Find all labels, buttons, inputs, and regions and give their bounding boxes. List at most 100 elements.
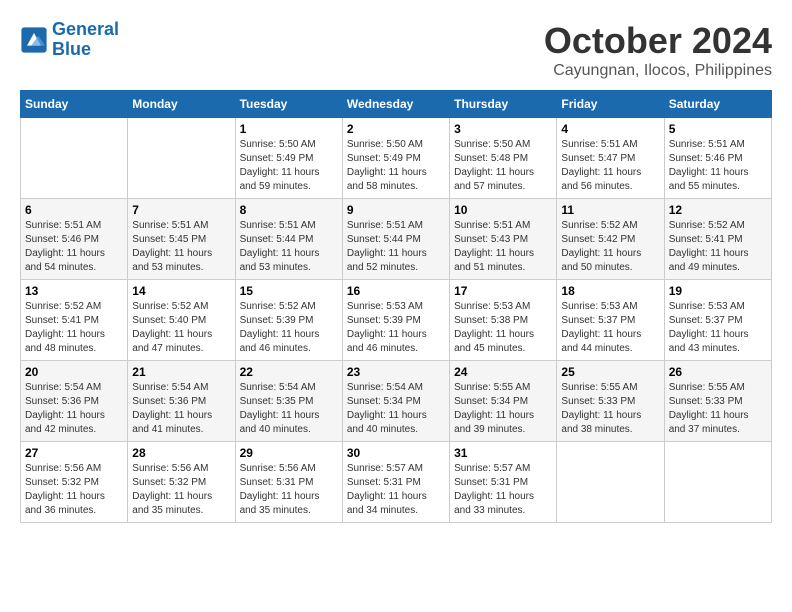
- day-number: 8: [240, 203, 338, 217]
- calendar-cell: 11 Sunrise: 5:52 AM Sunset: 5:42 PM Dayli…: [557, 199, 664, 280]
- day-number: 4: [561, 122, 659, 136]
- calendar-cell: 8Sunrise: 5:51 AM Sunset: 5:44 PM Daylig…: [235, 199, 342, 280]
- calendar-table: SundayMondayTuesdayWednesdayThursdayFrid…: [20, 90, 772, 523]
- calendar-week-row: 20 Sunrise: 5:54 AM Sunset: 5:36 PM Dayli…: [21, 361, 772, 442]
- day-number: 7: [132, 203, 230, 217]
- day-number: 19: [669, 284, 767, 298]
- location: Cayungnan, Ilocos, Philippines: [544, 62, 772, 80]
- day-info: Sunrise: 5:50 AM Sunset: 5:49 PM Dayligh…: [347, 138, 445, 194]
- day-info: Sunrise: 5:51 AM Sunset: 5:46 PM Dayligh…: [669, 138, 767, 194]
- logo-text: General Blue: [52, 20, 119, 60]
- day-number: 21: [132, 365, 230, 379]
- day-number: 2: [347, 122, 445, 136]
- day-info: Sunrise: 5:50 AM Sunset: 5:48 PM Dayligh…: [454, 138, 552, 194]
- logo-icon: [20, 26, 48, 54]
- day-number: 26: [669, 365, 767, 379]
- day-number: 6: [25, 203, 123, 217]
- calendar-cell: 13 Sunrise: 5:52 AM Sunset: 5:41 PM Dayli…: [21, 280, 128, 361]
- day-number: 22: [240, 365, 338, 379]
- day-number: 27: [25, 446, 123, 460]
- day-info: Sunrise: 5:53 AM Sunset: 5:39 PM Dayligh…: [347, 300, 445, 356]
- day-number: 18: [561, 284, 659, 298]
- calendar-cell: 2 Sunrise: 5:50 AM Sunset: 5:49 PM Daylig…: [342, 118, 449, 199]
- day-info: Sunrise: 5:54 AM Sunset: 5:34 PM Dayligh…: [347, 381, 445, 437]
- calendar-cell: 20 Sunrise: 5:54 AM Sunset: 5:36 PM Dayli…: [21, 361, 128, 442]
- day-info: Sunrise: 5:51 AM Sunset: 5:45 PM Dayligh…: [132, 219, 230, 275]
- calendar-week-row: 6 Sunrise: 5:51 AM Sunset: 5:46 PM Daylig…: [21, 199, 772, 280]
- calendar-cell: 12Sunrise: 5:52 AM Sunset: 5:41 PM Dayli…: [664, 199, 771, 280]
- day-number: 16: [347, 284, 445, 298]
- day-info: Sunrise: 5:51 AM Sunset: 5:44 PM Dayligh…: [347, 219, 445, 275]
- calendar-header-row: SundayMondayTuesdayWednesdayThursdayFrid…: [21, 91, 772, 118]
- day-info: Sunrise: 5:51 AM Sunset: 5:43 PM Dayligh…: [454, 219, 552, 275]
- column-header-thursday: Thursday: [450, 91, 557, 118]
- day-info: Sunrise: 5:56 AM Sunset: 5:32 PM Dayligh…: [25, 462, 123, 518]
- title-section: October 2024 Cayungnan, Ilocos, Philippi…: [544, 20, 772, 80]
- calendar-cell: 15 Sunrise: 5:52 AM Sunset: 5:39 PM Dayli…: [235, 280, 342, 361]
- day-number: 10: [454, 203, 552, 217]
- calendar-cell: 16 Sunrise: 5:53 AM Sunset: 5:39 PM Dayli…: [342, 280, 449, 361]
- calendar-cell: [664, 442, 771, 523]
- day-number: 5: [669, 122, 767, 136]
- day-info: Sunrise: 5:56 AM Sunset: 5:31 PM Dayligh…: [240, 462, 338, 518]
- calendar-week-row: 27 Sunrise: 5:56 AM Sunset: 5:32 PM Dayli…: [21, 442, 772, 523]
- calendar-cell: 23 Sunrise: 5:54 AM Sunset: 5:34 PM Dayli…: [342, 361, 449, 442]
- day-number: 23: [347, 365, 445, 379]
- logo: General Blue: [20, 20, 119, 60]
- calendar-cell: 5 Sunrise: 5:51 AM Sunset: 5:46 PM Daylig…: [664, 118, 771, 199]
- column-header-sunday: Sunday: [21, 91, 128, 118]
- calendar-cell: 10 Sunrise: 5:51 AM Sunset: 5:43 PM Dayli…: [450, 199, 557, 280]
- day-number: 1: [240, 122, 338, 136]
- day-number: 14: [132, 284, 230, 298]
- calendar-cell: 18Sunrise: 5:53 AM Sunset: 5:37 PM Dayli…: [557, 280, 664, 361]
- calendar-cell: 17Sunrise: 5:53 AM Sunset: 5:38 PM Dayli…: [450, 280, 557, 361]
- calendar-cell: 25Sunrise: 5:55 AM Sunset: 5:33 PM Dayli…: [557, 361, 664, 442]
- day-info: Sunrise: 5:54 AM Sunset: 5:36 PM Dayligh…: [132, 381, 230, 437]
- calendar-cell: 4Sunrise: 5:51 AM Sunset: 5:47 PM Daylig…: [557, 118, 664, 199]
- day-info: Sunrise: 5:55 AM Sunset: 5:33 PM Dayligh…: [669, 381, 767, 437]
- day-info: Sunrise: 5:52 AM Sunset: 5:42 PM Dayligh…: [561, 219, 659, 275]
- calendar-cell: 14 Sunrise: 5:52 AM Sunset: 5:40 PM Dayli…: [128, 280, 235, 361]
- day-number: 28: [132, 446, 230, 460]
- column-header-friday: Friday: [557, 91, 664, 118]
- calendar-week-row: 1 Sunrise: 5:50 AM Sunset: 5:49 PM Daylig…: [21, 118, 772, 199]
- calendar-cell: 3 Sunrise: 5:50 AM Sunset: 5:48 PM Daylig…: [450, 118, 557, 199]
- calendar-cell: 9Sunrise: 5:51 AM Sunset: 5:44 PM Daylig…: [342, 199, 449, 280]
- day-info: Sunrise: 5:57 AM Sunset: 5:31 PM Dayligh…: [347, 462, 445, 518]
- day-info: Sunrise: 5:52 AM Sunset: 5:39 PM Dayligh…: [240, 300, 338, 356]
- day-info: Sunrise: 5:57 AM Sunset: 5:31 PM Dayligh…: [454, 462, 552, 518]
- day-number: 13: [25, 284, 123, 298]
- calendar-cell: 31 Sunrise: 5:57 AM Sunset: 5:31 PM Dayli…: [450, 442, 557, 523]
- day-number: 11: [561, 203, 659, 217]
- day-info: Sunrise: 5:52 AM Sunset: 5:40 PM Dayligh…: [132, 300, 230, 356]
- calendar-cell: 28 Sunrise: 5:56 AM Sunset: 5:32 PM Dayli…: [128, 442, 235, 523]
- day-number: 17: [454, 284, 552, 298]
- day-number: 25: [561, 365, 659, 379]
- calendar-cell: 21 Sunrise: 5:54 AM Sunset: 5:36 PM Dayli…: [128, 361, 235, 442]
- calendar-cell: 27 Sunrise: 5:56 AM Sunset: 5:32 PM Dayli…: [21, 442, 128, 523]
- logo-line2: Blue: [52, 39, 91, 59]
- day-number: 12: [669, 203, 767, 217]
- calendar-cell: 22 Sunrise: 5:54 AM Sunset: 5:35 PM Dayli…: [235, 361, 342, 442]
- day-info: Sunrise: 5:52 AM Sunset: 5:41 PM Dayligh…: [25, 300, 123, 356]
- calendar-cell: [557, 442, 664, 523]
- day-info: Sunrise: 5:54 AM Sunset: 5:36 PM Dayligh…: [25, 381, 123, 437]
- calendar-cell: 19Sunrise: 5:53 AM Sunset: 5:37 PM Dayli…: [664, 280, 771, 361]
- calendar-cell: [21, 118, 128, 199]
- day-number: 15: [240, 284, 338, 298]
- calendar-cell: [128, 118, 235, 199]
- day-info: Sunrise: 5:56 AM Sunset: 5:32 PM Dayligh…: [132, 462, 230, 518]
- day-number: 20: [25, 365, 123, 379]
- calendar-cell: 6 Sunrise: 5:51 AM Sunset: 5:46 PM Daylig…: [21, 199, 128, 280]
- day-info: Sunrise: 5:54 AM Sunset: 5:35 PM Dayligh…: [240, 381, 338, 437]
- day-number: 3: [454, 122, 552, 136]
- page-header: General Blue October 2024 Cayungnan, Ilo…: [20, 20, 772, 80]
- month-title: October 2024: [544, 20, 772, 62]
- day-number: 29: [240, 446, 338, 460]
- day-number: 30: [347, 446, 445, 460]
- logo-line1: General: [52, 19, 119, 39]
- calendar-week-row: 13 Sunrise: 5:52 AM Sunset: 5:41 PM Dayli…: [21, 280, 772, 361]
- calendar-cell: 29 Sunrise: 5:56 AM Sunset: 5:31 PM Dayli…: [235, 442, 342, 523]
- day-info: Sunrise: 5:51 AM Sunset: 5:46 PM Dayligh…: [25, 219, 123, 275]
- day-number: 31: [454, 446, 552, 460]
